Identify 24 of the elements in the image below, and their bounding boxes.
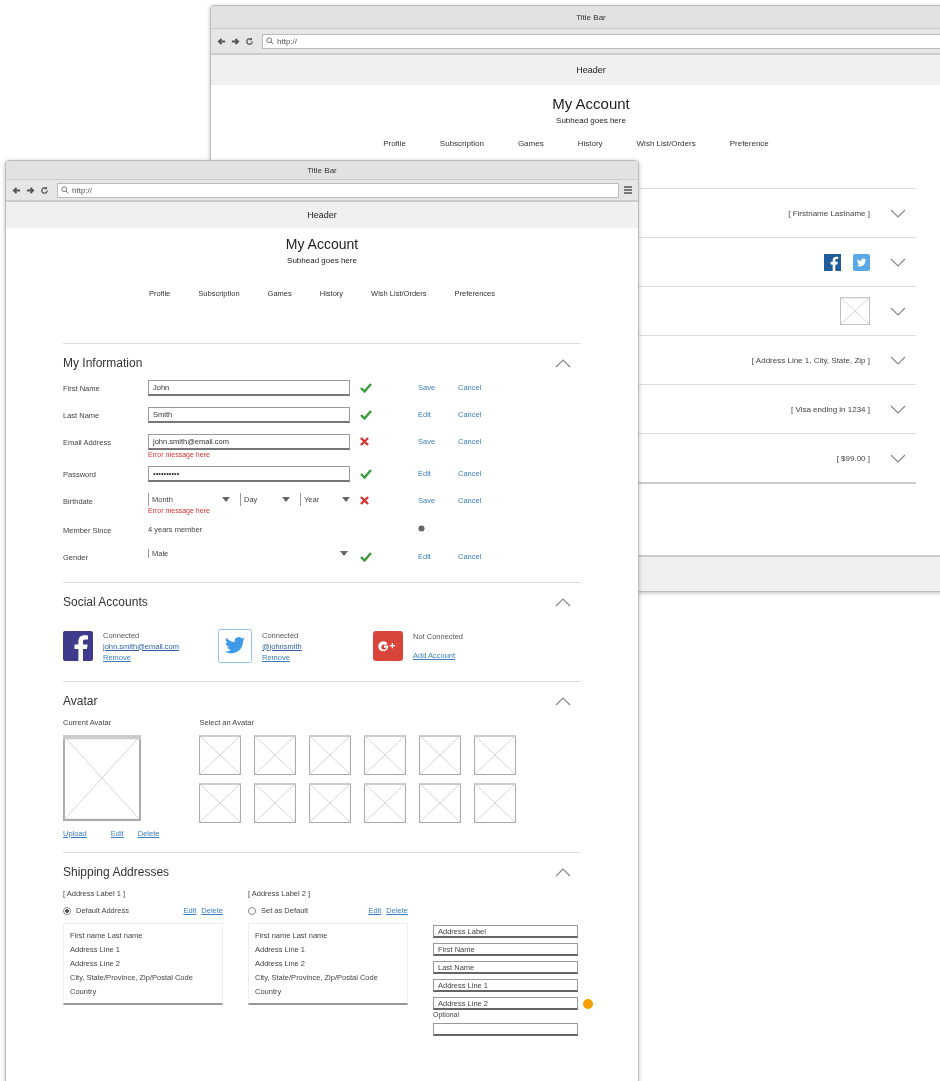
header-label: Header: [307, 210, 337, 220]
section-summary: [ $99.00 ]: [836, 453, 870, 463]
window-title: Title Bar: [576, 12, 606, 22]
nav-link[interactable]: Wish List/Orders: [636, 139, 696, 148]
section-summary: [ Address Line 1, City, State, Zip ]: [751, 355, 870, 365]
section-summary: [ Firstname Lastname ]: [788, 208, 870, 218]
window-title: Title Bar: [307, 165, 337, 175]
address-bar[interactable]: http://: [57, 182, 619, 198]
address-bar[interactable]: http://: [262, 33, 940, 49]
page-heading: My Account: [551, 95, 631, 112]
section-summary: [ Visa ending in 1234 ]: [790, 404, 870, 414]
header-label: Header: [576, 65, 606, 75]
nav-link[interactable]: History: [577, 139, 603, 148]
nav-link[interactable]: Preference: [729, 139, 769, 148]
nav-link[interactable]: Games: [517, 139, 544, 148]
section-title: Shipping Addresses: [63, 865, 170, 879]
page-subheading: Subhead goes here: [286, 256, 358, 265]
nav-link[interactable]: Subscription: [439, 139, 484, 148]
page-subheading: Subhead goes here: [555, 116, 627, 125]
section-title: Social Accounts: [63, 595, 148, 609]
nav-link[interactable]: Profile: [383, 139, 406, 148]
page-heading: My Account: [284, 236, 360, 252]
section-title: My Information: [63, 356, 143, 370]
section-title: Avatar: [63, 694, 98, 708]
